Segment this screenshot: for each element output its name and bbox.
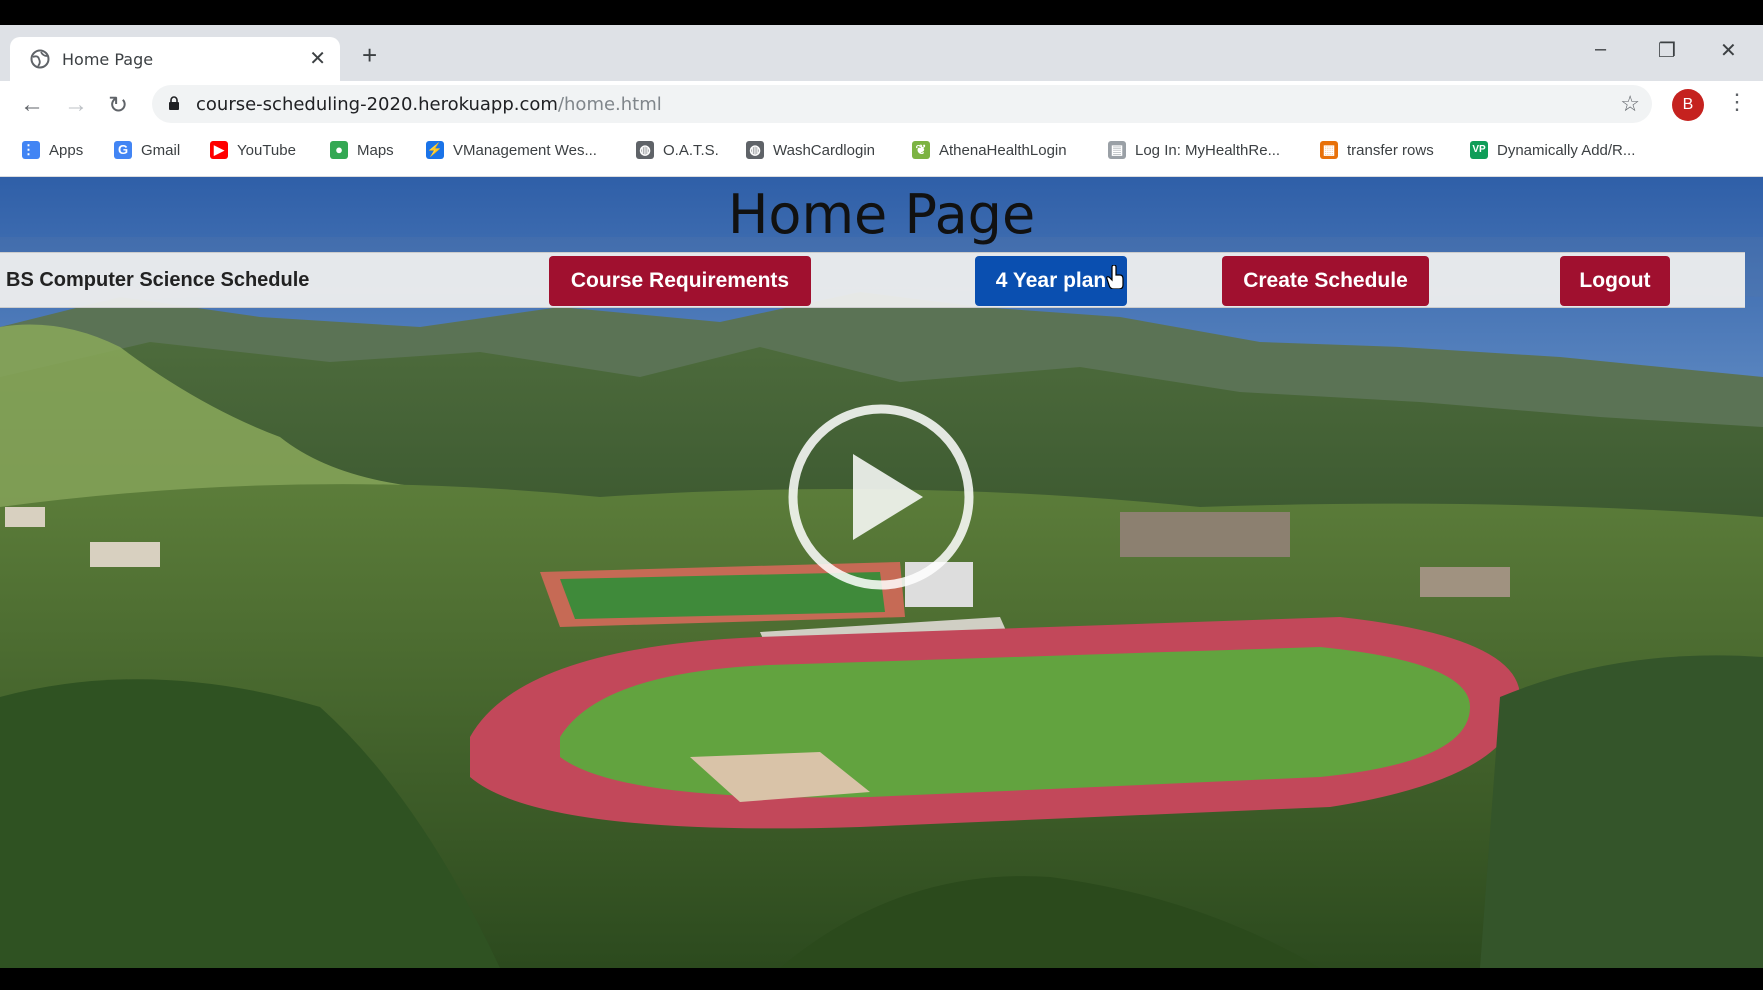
bookmark-item[interactable]: ▤ Log In: MyHealthRe... (1108, 141, 1280, 159)
bookmark-label: O.A.T.S. (663, 141, 719, 159)
bookmark-label: Apps (49, 141, 84, 159)
tab-title: Home Page (62, 50, 154, 69)
globe-icon (30, 49, 50, 69)
google-g-icon: G (114, 141, 132, 159)
page-title: Home Page (727, 183, 1036, 246)
bookmark-item[interactable]: ⋮⋮ Apps (22, 141, 83, 159)
bookmark-item[interactable]: ◍ WashCardlogin (746, 141, 875, 159)
four-year-plan-button[interactable]: 4 Year plan (975, 256, 1127, 306)
bookmark-label: VManagement Wes... (453, 141, 597, 159)
create-schedule-button[interactable]: Create Schedule (1222, 256, 1429, 306)
bookmark-item[interactable]: ● Maps (330, 141, 394, 159)
url-host: course-scheduling-2020.herokuapp.com (196, 94, 558, 115)
bookmark-label: transfer rows (1347, 141, 1434, 159)
forward-arrow-icon[interactable]: → (64, 91, 88, 119)
lock-icon (169, 96, 179, 110)
window-close-icon[interactable]: ✕ (1720, 38, 1737, 63)
bookmark-item[interactable]: ▶ YouTube (210, 141, 296, 159)
bookmark-star-icon[interactable]: ☆ (1620, 91, 1640, 117)
home-page: Home Page BS Computer Science Schedule C… (0, 177, 1763, 968)
navbar-brand: BS Computer Science Schedule (6, 269, 310, 291)
browser-tab[interactable]: Home Page ✕ (10, 37, 340, 81)
sheet-icon: ▦ (1320, 141, 1338, 159)
restore-icon[interactable]: ❐ (1658, 38, 1676, 63)
bookmark-item[interactable]: G Gmail (114, 141, 180, 159)
bookmark-label: Log In: MyHealthRe... (1135, 141, 1281, 159)
url-path: /home.html (557, 94, 662, 115)
browser-toolbar: ← → ↻ course-scheduling-2020.herokuapp.c… (0, 81, 1763, 129)
vp-icon: VP (1470, 141, 1488, 159)
bookmark-item[interactable]: ▦ transfer rows (1320, 141, 1434, 159)
back-arrow-icon[interactable]: ← (20, 91, 44, 119)
apps-grid-icon: ⋮⋮ (22, 141, 48, 159)
bookmark-label: Maps (357, 141, 394, 159)
screen: Home Page ✕ + – ❐ ✕ ← → ↻ course-schedul… (0, 0, 1763, 990)
globe-icon: ◍ (746, 141, 764, 159)
avatar[interactable]: B (1672, 89, 1704, 121)
bookmark-label: WashCardlogin (773, 141, 875, 159)
new-tab-icon[interactable]: + (362, 40, 377, 71)
maps-pin-icon: ● (330, 141, 348, 159)
bookmarks-bar: ⋮⋮ Apps G Gmail ▶ YouTube ● Maps ⚡ VManagement We… (0, 129, 1763, 177)
globe-icon: ◍ (636, 141, 654, 159)
bookmark-label: YouTube (237, 141, 296, 159)
browser-chrome: Home Page ✕ + – ❐ ✕ ← → ↻ course-schedul… (0, 25, 1763, 177)
address-bar[interactable]: course-scheduling-2020.herokuapp.com/hom… (152, 85, 1652, 123)
bookmark-label: AthenaHealthLogin (939, 141, 1067, 159)
hand-cursor-icon (1106, 265, 1124, 289)
reload-icon[interactable]: ↻ (108, 91, 128, 120)
lightning-icon: ⚡ (426, 141, 444, 159)
bookmark-item[interactable]: ◍ O.A.T.S. (636, 141, 719, 159)
course-requirements-button[interactable]: Course Requirements (549, 256, 811, 306)
bookmark-item[interactable]: VP Dynamically Add/R... (1470, 141, 1635, 159)
page-icon: ▤ (1108, 141, 1126, 159)
url-text: course-scheduling-2020.herokuapp.com/hom… (196, 94, 662, 115)
bookmark-item[interactable]: ❦ AthenaHealthLogin (912, 141, 1067, 159)
youtube-icon: ▶ (210, 141, 228, 159)
navbar: BS Computer Science Schedule Course Requ… (0, 252, 1745, 308)
play-video-icon[interactable] (783, 399, 979, 595)
minimize-icon[interactable]: – (1595, 38, 1606, 61)
tab-close-icon[interactable]: ✕ (309, 46, 326, 71)
logout-button[interactable]: Logout (1560, 256, 1670, 306)
menu-kebab-icon[interactable]: ⋮ (1726, 89, 1748, 115)
tab-strip: Home Page ✕ + – ❐ ✕ (0, 25, 1763, 81)
leaf-icon: ❦ (912, 141, 930, 159)
bookmark-label: Dynamically Add/R... (1497, 141, 1636, 159)
bookmark-label: Gmail (141, 141, 181, 159)
bookmark-item[interactable]: ⚡ VManagement Wes... (426, 141, 597, 159)
